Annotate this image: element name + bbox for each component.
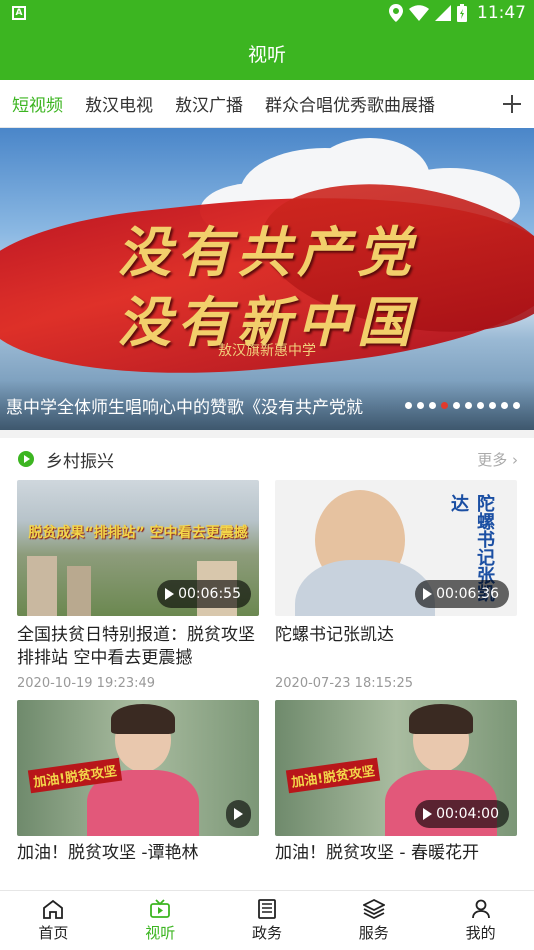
carousel-dot[interactable] <box>477 401 484 409</box>
duration-badge: 00:06:55 <box>157 580 251 608</box>
tab-short-video[interactable]: 短视频 <box>12 91 63 116</box>
duration-text: 00:04:00 <box>436 806 499 822</box>
document-icon <box>258 898 276 919</box>
page-title: 视听 <box>0 26 534 80</box>
signal-icon <box>435 5 451 21</box>
location-icon <box>389 4 403 22</box>
video-thumbnail[interactable]: 陀螺书记张凯达 00:06:36 <box>275 480 517 616</box>
tab-aohan-radio[interactable]: 敖汉广播 <box>175 91 243 116</box>
play-icon <box>234 808 243 820</box>
nav-label: 我的 <box>465 923 496 942</box>
banner-subtitle: 敖汉旗新惠中学 <box>218 343 316 359</box>
battery-icon <box>457 4 467 22</box>
nav-label: 服务 <box>358 923 389 942</box>
carousel-dot[interactable] <box>513 401 520 409</box>
section-header: 乡村振兴 更多 › <box>0 430 534 480</box>
a-icon: A <box>12 6 26 20</box>
nav-label: 首页 <box>38 923 69 942</box>
nav-label: 视听 <box>145 923 176 942</box>
video-card[interactable]: 加油!脱贫攻坚 00:04:00 加油！脱贫攻坚 - 春暖花开 <box>275 700 517 868</box>
play-circle-icon <box>18 451 34 467</box>
status-bar: A 11:47 <box>0 0 534 26</box>
carousel-dot[interactable] <box>489 401 496 409</box>
carousel-dot[interactable] <box>405 401 412 409</box>
layers-icon <box>362 898 385 919</box>
home-icon <box>43 899 64 919</box>
play-icon <box>423 808 433 820</box>
carousel-dot[interactable] <box>465 401 472 409</box>
play-icon <box>165 588 175 600</box>
video-title[interactable]: 全国扶贫日特别报道：脱贫攻坚排排站 空中看去更震撼 <box>17 624 259 670</box>
carousel-dot[interactable] <box>501 401 508 409</box>
duration-badge <box>226 800 251 828</box>
banner-caption: 惠中学全体师生唱响心中的赞歌《没有共产党就 <box>6 397 363 418</box>
banner-calligraphy-line1: 没有共产党 <box>117 220 417 284</box>
nav-government[interactable]: 政务 <box>214 891 321 950</box>
person-shirt <box>295 560 435 616</box>
building <box>27 556 57 616</box>
carousel-dot[interactable] <box>441 401 448 409</box>
carousel-dot[interactable] <box>417 401 424 409</box>
person-hair <box>409 704 473 734</box>
banner-caption-bar: 惠中学全体师生唱响心中的赞歌《没有共产党就 <box>0 380 534 430</box>
plus-icon[interactable] <box>490 80 534 128</box>
carousel-dot[interactable] <box>453 401 460 409</box>
tab-choir-songs[interactable]: 群众合唱优秀歌曲展播 <box>265 91 435 116</box>
carousel-dots <box>405 401 520 409</box>
more-link[interactable]: 更多 › <box>477 449 518 470</box>
nav-profile[interactable]: 我的 <box>427 891 534 950</box>
user-icon <box>471 899 490 918</box>
video-title[interactable]: 陀螺书记张凯达 <box>275 624 517 670</box>
video-date: 2020-10-19 19:23:49 <box>17 676 156 691</box>
video-thumbnail[interactable]: 脱贫成果“排排站” 空中看去更震撼 00:06:55 <box>17 480 259 616</box>
video-icon <box>150 898 171 918</box>
video-date: 2020-07-23 18:15:25 <box>275 676 414 691</box>
duration-badge: 00:06:36 <box>415 580 509 608</box>
tab-aohan-tv[interactable]: 敖汉电视 <box>85 91 153 116</box>
carousel-dot[interactable] <box>429 401 436 409</box>
nav-service[interactable]: 服务 <box>320 891 427 950</box>
banner-carousel[interactable]: 没有共产党 没有新中国 敖汉旗新惠中学 惠中学全体师生唱响心中的赞歌《没有共产党… <box>0 128 534 430</box>
channel-tabs: 短视频 敖汉电视 敖汉广播 群众合唱优秀歌曲展播 <box>0 80 534 128</box>
nav-video[interactable]: 视听 <box>107 891 214 950</box>
thumbnail-headline: 加油!脱贫攻坚 <box>285 757 381 794</box>
video-card[interactable]: 脱贫成果“排排站” 空中看去更震撼 00:06:55 全国扶贫日特别报道：脱贫攻… <box>17 480 259 700</box>
nav-label: 政务 <box>251 923 282 942</box>
video-thumbnail[interactable]: 加油!脱贫攻坚 <box>17 700 259 836</box>
video-thumbnail[interactable]: 加油!脱贫攻坚 00:04:00 <box>275 700 517 836</box>
video-grid: 脱贫成果“排排站” 空中看去更震撼 00:06:55 全国扶贫日特别报道：脱贫攻… <box>0 480 534 868</box>
thumbnail-headline: 脱贫成果“排排站” 空中看去更震撼 <box>28 525 248 541</box>
duration-text: 00:06:55 <box>178 586 241 602</box>
nav-home[interactable]: 首页 <box>0 891 107 950</box>
duration-text: 00:06:36 <box>436 586 499 602</box>
video-title[interactable]: 加油！脱贫攻坚 -谭艳林 <box>17 842 259 868</box>
video-title[interactable]: 加油！脱贫攻坚 - 春暖花开 <box>275 842 517 868</box>
status-time: 11:47 <box>477 3 526 23</box>
duration-badge: 00:04:00 <box>415 800 509 828</box>
video-card[interactable]: 加油!脱贫攻坚 加油！脱贫攻坚 -谭艳林 <box>17 700 259 868</box>
building <box>67 566 91 616</box>
person-hair <box>111 704 175 734</box>
bottom-nav: 首页 视听 政务 服务 我的 <box>0 890 534 950</box>
video-card[interactable]: 陀螺书记张凯达 00:06:36 陀螺书记张凯达 2020-07-23 18:1… <box>275 480 517 700</box>
play-icon <box>423 588 433 600</box>
wifi-icon <box>409 5 429 21</box>
section-title: 乡村振兴 <box>46 451 114 472</box>
